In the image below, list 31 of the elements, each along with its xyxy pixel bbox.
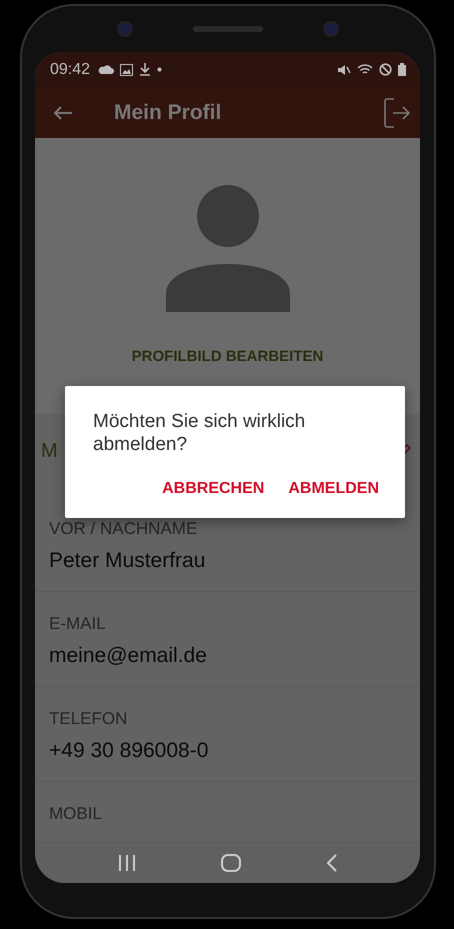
dialog-button[interactable]: ABMELDEN bbox=[280, 476, 387, 502]
dot-icon bbox=[157, 67, 162, 72]
field-value[interactable]: +49 30 896008-0 bbox=[49, 738, 406, 763]
download-icon bbox=[139, 63, 152, 76]
blocked-icon bbox=[379, 63, 392, 76]
cloud-icon bbox=[98, 64, 114, 75]
recent-apps-icon[interactable] bbox=[118, 854, 136, 871]
camera-icon bbox=[116, 21, 132, 37]
field-label: MOBIL bbox=[49, 804, 103, 824]
field-label: E-MAIL bbox=[49, 614, 107, 634]
home-icon[interactable] bbox=[220, 854, 240, 872]
field-value[interactable]: Peter Musterfrau bbox=[49, 548, 406, 573]
camera-icon bbox=[322, 21, 338, 37]
logout-icon[interactable] bbox=[384, 98, 410, 128]
speaker-grille bbox=[192, 26, 262, 32]
back-icon[interactable] bbox=[326, 854, 338, 872]
field-label: TELEFON bbox=[49, 708, 128, 729]
back-arrow-icon[interactable] bbox=[53, 105, 73, 121]
page-title: Mein Profil bbox=[114, 101, 222, 125]
status-time: 09:42 bbox=[50, 60, 90, 79]
dialog-message: Möchten Sie sich wirklich abmelden? bbox=[93, 410, 306, 456]
wifi-icon bbox=[357, 64, 373, 76]
field-label: VOR / NACHNAME bbox=[49, 518, 198, 539]
mute-icon bbox=[337, 64, 351, 76]
edit-photo-button[interactable]: PROFILBILD BEARBEITEN bbox=[124, 344, 332, 370]
field-value[interactable]: meine@email.de bbox=[49, 644, 406, 668]
avatar-silhouette-icon bbox=[166, 184, 290, 314]
battery-icon bbox=[398, 63, 406, 76]
section-title: M bbox=[41, 440, 58, 463]
image-icon bbox=[120, 64, 134, 76]
dialog-button[interactable]: ABBRECHEN bbox=[154, 476, 272, 502]
